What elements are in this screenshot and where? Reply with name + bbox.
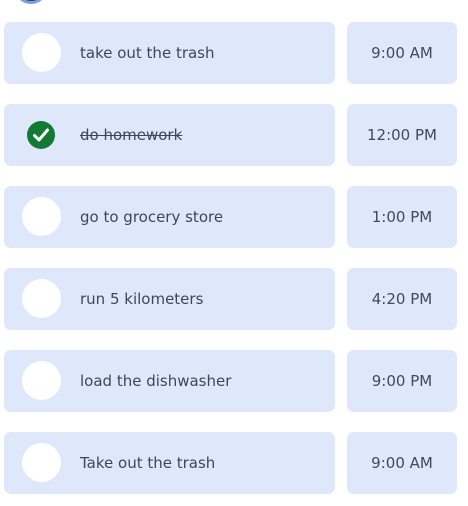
task-card[interactable]: run 5 kilometers <box>4 268 335 330</box>
task-row: run 5 kilometers 4:20 PM <box>0 268 468 330</box>
task-card[interactable]: do homework <box>4 104 335 166</box>
task-time: 9:00 PM <box>347 350 457 412</box>
task-label: load the dishwasher <box>80 372 232 390</box>
task-list: take out the trash 9:00 AM do homework 1… <box>0 22 468 506</box>
checkmark-icon <box>27 121 55 149</box>
task-label: do homework <box>80 126 183 144</box>
task-card[interactable]: go to grocery store <box>4 186 335 248</box>
task-row: go to grocery store 1:00 PM <box>0 186 468 248</box>
complete-checkbox[interactable] <box>22 279 61 318</box>
task-row: load the dishwasher 9:00 PM <box>0 350 468 412</box>
todo-page: take out the trash 9:00 AM do homework 1… <box>0 0 468 506</box>
task-card[interactable]: load the dishwasher <box>4 350 335 412</box>
complete-checkbox[interactable] <box>22 197 61 236</box>
complete-checkbox[interactable] <box>22 361 61 400</box>
complete-checkbox[interactable] <box>22 443 61 482</box>
avatar <box>14 0 48 4</box>
task-time: 4:20 PM <box>347 268 457 330</box>
task-time: 12:00 PM <box>347 104 457 166</box>
task-time: 9:00 AM <box>347 432 457 494</box>
task-label: run 5 kilometers <box>80 290 204 308</box>
task-row: Take out the trash 9:00 AM <box>0 432 468 494</box>
task-label: go to grocery store <box>80 208 224 226</box>
task-label: take out the trash <box>80 44 215 62</box>
task-card[interactable]: Take out the trash <box>4 432 335 494</box>
task-row: take out the trash 9:00 AM <box>0 22 468 84</box>
task-time: 9:00 AM <box>347 22 457 84</box>
complete-checkbox[interactable] <box>22 115 61 154</box>
task-card[interactable]: take out the trash <box>4 22 335 84</box>
task-row: do homework 12:00 PM <box>0 104 468 166</box>
task-label: Take out the trash <box>80 454 216 472</box>
complete-checkbox[interactable] <box>22 33 61 72</box>
task-time: 1:00 PM <box>347 186 457 248</box>
